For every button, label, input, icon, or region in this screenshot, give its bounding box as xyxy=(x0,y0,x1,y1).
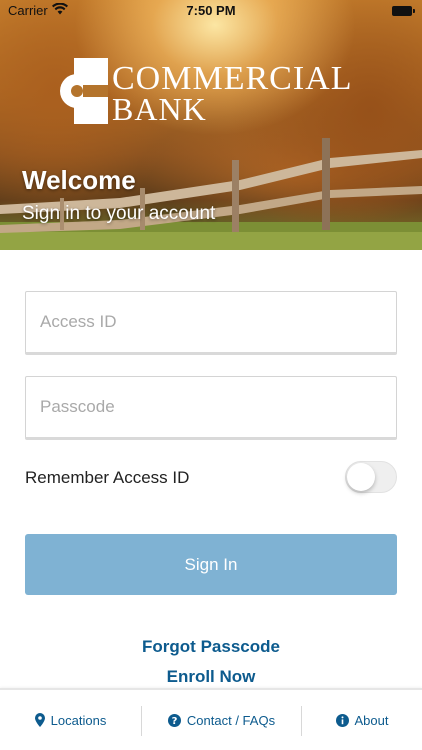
access-id-input[interactable] xyxy=(26,292,396,352)
nav-contact-label: Contact / FAQs xyxy=(186,712,276,728)
logo-text-bank: BANK xyxy=(112,91,207,127)
info-icon xyxy=(335,713,349,727)
battery-icon xyxy=(392,6,415,16)
bank-logo: COMMERCIAL BANK xyxy=(58,58,368,128)
sign-in-button[interactable]: Sign In xyxy=(25,534,397,595)
nav-about-label: About xyxy=(354,712,389,728)
enroll-now-link[interactable]: Enroll Now xyxy=(0,667,422,687)
bank-logo-icon xyxy=(60,58,108,124)
forgot-passcode-link[interactable]: Forgot Passcode xyxy=(0,637,422,657)
access-id-field xyxy=(25,291,397,355)
question-icon: ? xyxy=(167,713,181,727)
svg-text:?: ? xyxy=(172,716,178,727)
remember-access-id-label: Remember Access ID xyxy=(25,468,190,487)
location-pin-icon xyxy=(34,713,45,727)
toggle-knob xyxy=(347,463,375,491)
passcode-field xyxy=(25,376,397,440)
nav-contact-faqs[interactable]: ? Contact / FAQs xyxy=(142,690,301,750)
passcode-input[interactable] xyxy=(26,377,396,437)
welcome-title: Welcome xyxy=(22,165,136,195)
hero-banner: Carrier 7:50 PM COMMERCIAL BANK Welcome … xyxy=(0,0,422,250)
remember-access-id-toggle[interactable] xyxy=(345,461,397,493)
bottom-nav: Locations ? Contact / FAQs About xyxy=(0,688,422,750)
nav-locations[interactable]: Locations xyxy=(0,690,141,750)
status-bar: Carrier 7:50 PM xyxy=(0,0,422,22)
nav-about[interactable]: About xyxy=(302,690,422,750)
nav-locations-label: Locations xyxy=(50,712,107,728)
clock-label: 7:50 PM xyxy=(186,3,236,18)
welcome-subtitle: Sign in to your account xyxy=(22,203,216,224)
